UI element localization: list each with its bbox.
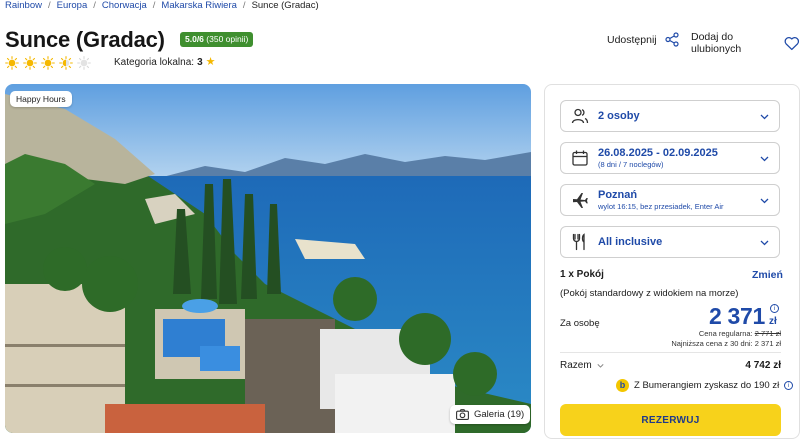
gallery-label: Galeria (19) bbox=[474, 409, 525, 420]
reserve-button[interactable]: REZERWUJ bbox=[560, 404, 781, 436]
happy-hours-badge: Happy Hours bbox=[10, 91, 72, 107]
sun-rating bbox=[5, 56, 91, 70]
star-icon: ★ bbox=[205, 56, 216, 68]
rooms-count: 1 x Pokój bbox=[560, 269, 604, 280]
dates-value: 26.08.2025 - 02.09.2025 bbox=[598, 147, 718, 159]
dates-duration: (8 dni / 7 noclegów) bbox=[598, 160, 664, 169]
total-label: Razem bbox=[560, 360, 592, 371]
favorites-label: Dodaj do ulubionych bbox=[691, 31, 742, 55]
room-description: (Pokój standardowy z widokiem na morze) bbox=[560, 288, 739, 299]
bumerang-info-icon[interactable]: i bbox=[784, 381, 794, 390]
bumerang-text: Z Bumerangiem zyskasz do 190 zł bbox=[634, 380, 780, 391]
gallery-button[interactable]: Galeria (19) bbox=[450, 405, 531, 424]
add-to-favorites-button[interactable]: Dodaj do ulubionych bbox=[691, 31, 800, 55]
half-sun-icon bbox=[59, 56, 73, 70]
share-label: Udostępnij bbox=[607, 33, 657, 46]
camera-icon bbox=[456, 409, 469, 420]
chevron-down-icon bbox=[760, 114, 769, 119]
regular-price: Cena regularna: 2 771 zł bbox=[699, 329, 781, 338]
change-room-link[interactable]: Zmień bbox=[752, 269, 783, 281]
guests-value: 2 osoby bbox=[598, 110, 640, 122]
regular-price-label: Cena regularna: bbox=[698, 329, 753, 338]
departure-details: wylot 16:15, bez przesiadek, Enter Air bbox=[598, 202, 724, 211]
divider bbox=[560, 352, 781, 353]
lowest-price-value: 2 371 zł bbox=[754, 339, 781, 348]
breadcrumb: Rainbow / Europa / Chorwacja / Makarska … bbox=[5, 0, 319, 11]
price-per-person: 2 371 bbox=[708, 303, 765, 329]
regular-price-value: 2 771 zł bbox=[754, 329, 781, 338]
cutlery-icon bbox=[572, 233, 585, 251]
plane-icon bbox=[573, 193, 588, 208]
chevron-down-icon bbox=[760, 198, 769, 203]
sun-icon bbox=[41, 56, 55, 70]
total-price: 4 742 zł bbox=[745, 360, 781, 371]
page-title: Sunce (Gradac) bbox=[5, 27, 165, 52]
rating-score: 5.0/6 bbox=[185, 34, 204, 44]
departure-select[interactable]: Poznań wylot 16:15, bez przesiadek, Ente… bbox=[560, 184, 780, 216]
chevron-down-icon bbox=[760, 240, 769, 245]
breadcrumb-current: Sunce (Gradac) bbox=[251, 0, 319, 11]
board-value: All inclusive bbox=[598, 236, 663, 248]
chevron-down-icon bbox=[760, 156, 769, 161]
local-category: Kategoria lokalna: 3 ★ bbox=[114, 56, 216, 69]
breadcrumb-separator: / bbox=[93, 0, 96, 11]
empty-sun-icon bbox=[77, 56, 91, 70]
per-person-label: Za osobę bbox=[560, 318, 600, 329]
breadcrumb-separator: / bbox=[152, 0, 156, 11]
bumerang-promo: b Z Bumerangiem zyskasz do 190 zł i bbox=[616, 379, 794, 392]
breadcrumb-link-rainbow[interactable]: Rainbow bbox=[5, 0, 42, 11]
total-toggle[interactable]: Razem bbox=[560, 360, 604, 371]
local-category-value: 3 bbox=[197, 57, 203, 68]
lowest-price-30-days: Najniższa cena z 30 dni: 2 371 zł bbox=[671, 339, 781, 348]
sun-icon bbox=[23, 56, 37, 70]
board-select[interactable]: All inclusive bbox=[560, 226, 780, 258]
sun-icon bbox=[5, 56, 19, 70]
share-icon bbox=[665, 32, 679, 47]
breadcrumb-separator: / bbox=[47, 0, 51, 11]
dates-select[interactable]: 26.08.2025 - 02.09.2025 (8 dni / 7 nocle… bbox=[560, 142, 780, 174]
rating-count: (350 opinii) bbox=[206, 34, 249, 44]
lowest-price-label: Najniższa cena z 30 dni: bbox=[671, 339, 753, 348]
chevron-down-icon bbox=[597, 363, 604, 368]
departure-city: Poznań bbox=[598, 189, 638, 201]
price-currency: zł bbox=[769, 316, 777, 327]
share-button[interactable]: Udostępnij bbox=[607, 32, 679, 47]
breadcrumb-link-europa[interactable]: Europa bbox=[57, 0, 88, 11]
rating-badge[interactable]: 5.0/6 (350 opinii) bbox=[180, 32, 254, 47]
breadcrumb-link-chorwacja[interactable]: Chorwacja bbox=[102, 0, 147, 11]
people-icon bbox=[571, 108, 589, 124]
guests-select[interactable]: 2 osoby bbox=[560, 100, 780, 132]
bumerang-logo-icon: b bbox=[616, 379, 629, 392]
hotel-photo[interactable] bbox=[5, 84, 531, 433]
price-info-icon[interactable]: i bbox=[770, 304, 779, 313]
breadcrumb-separator: / bbox=[242, 0, 246, 11]
breadcrumb-link-makarska[interactable]: Makarska Riwiera bbox=[161, 0, 237, 11]
heart-icon bbox=[784, 36, 800, 50]
local-category-label: Kategoria lokalna: bbox=[114, 57, 195, 68]
calendar-icon bbox=[572, 150, 588, 166]
